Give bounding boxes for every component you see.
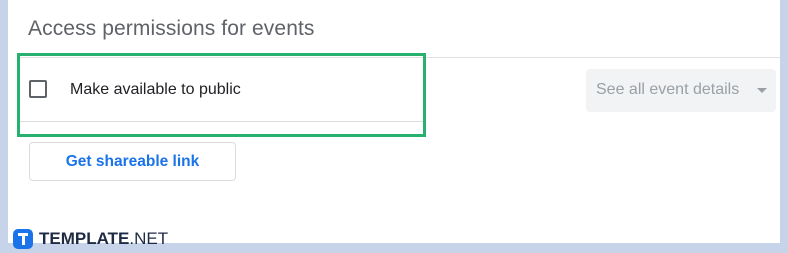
event-details-select[interactable]: See all event details	[586, 69, 776, 112]
highlight-box	[17, 53, 426, 137]
caret-down-icon	[757, 88, 767, 93]
event-details-select-value: See all event details	[596, 81, 740, 98]
permissions-card: Access permissions for events Make avail…	[8, 0, 780, 243]
get-shareable-link-button[interactable]: Get shareable link	[29, 142, 236, 181]
template-logo-icon	[13, 229, 33, 249]
template-watermark-text: TEMPLATE.NET	[39, 229, 169, 248]
get-shareable-link-label: Get shareable link	[65, 153, 200, 170]
section-title: Access permissions for events	[28, 17, 315, 40]
